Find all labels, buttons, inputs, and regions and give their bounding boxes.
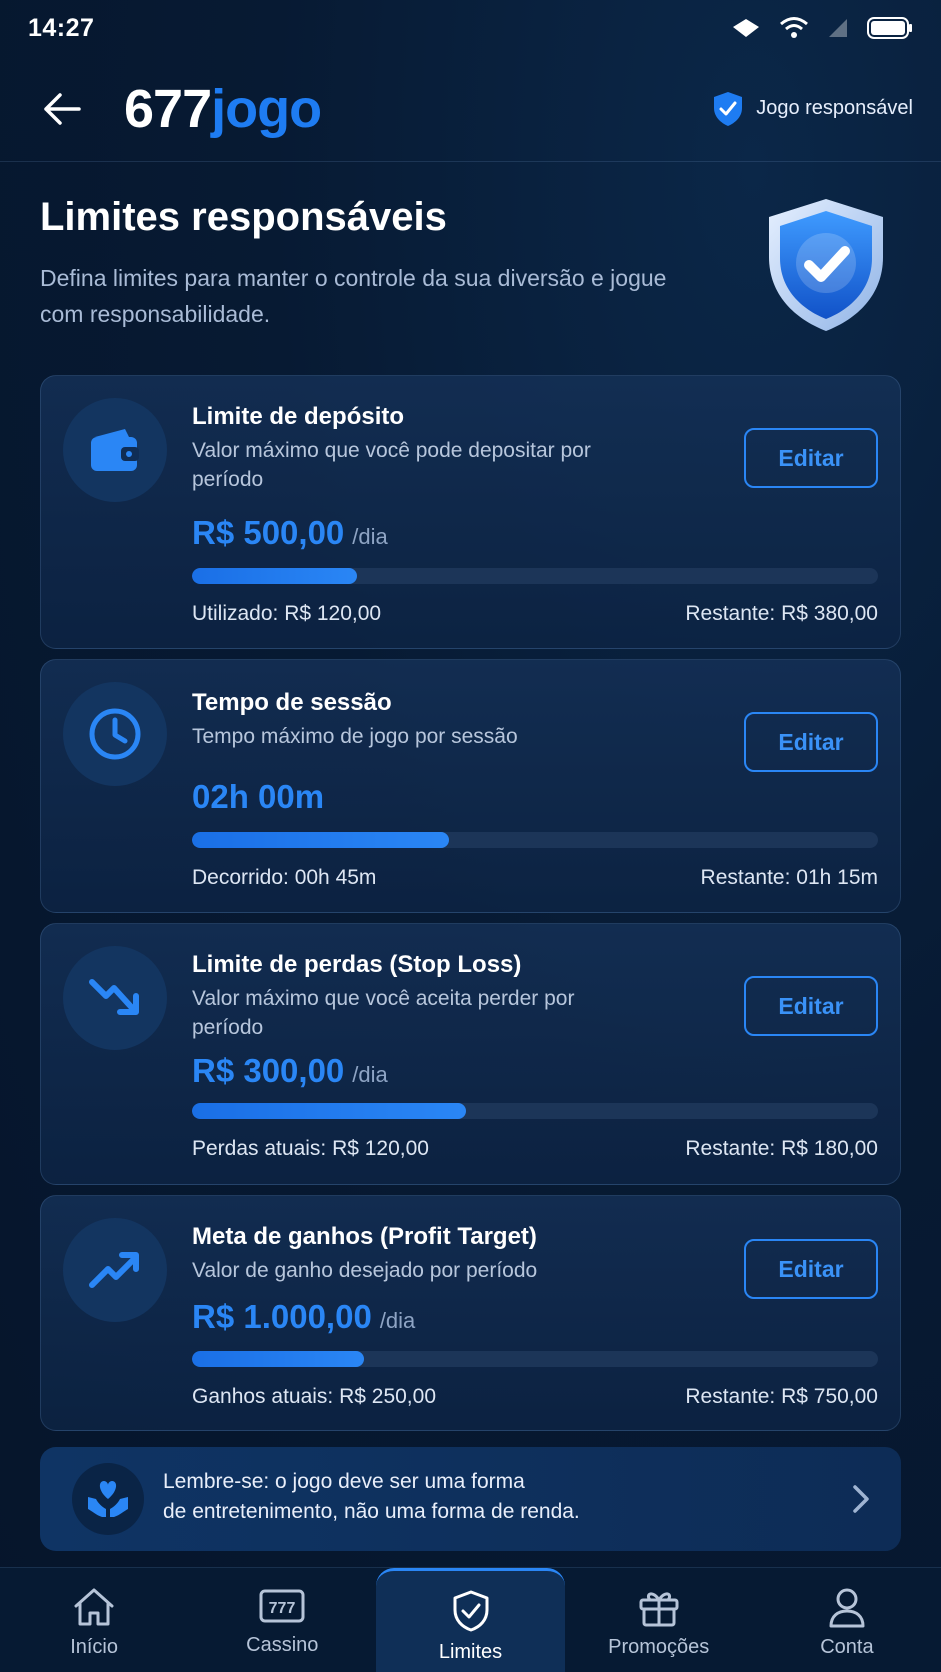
card-description: Valor máximo que você pode depositar por… [192,439,591,491]
signal-icon [733,19,759,37]
nav-label: Início [70,1636,118,1658]
nav-item-inicio[interactable]: Início [0,1568,188,1672]
logo-number: 677 [124,78,212,139]
progress-fill [192,568,357,584]
nav-item-conta[interactable]: Conta [753,1568,941,1672]
limit-unit: /dia [379,1308,416,1333]
card-icon-circle [63,682,167,786]
reminder-icon-circle [72,1463,144,1535]
card-value: 02h 00m [192,778,324,816]
shield-check-icon [714,91,743,126]
arrow-left-icon [44,92,81,125]
reminder-line-2: de entretenimento, não uma forma de rend… [163,1500,580,1523]
progress-bar [192,568,878,584]
edit-profit-target-button[interactable]: Editar [744,1239,878,1299]
limit-value: R$ 300,00 [192,1052,345,1089]
progress-fill [192,832,450,848]
app-header: 677jogo Jogo responsável [0,56,941,162]
slot-machine-icon: 777 [259,1589,305,1623]
reminder-banner[interactable]: Lembre-se: o jogo deve ser uma forma de … [40,1447,901,1551]
remaining-amount: Restante: R$ 380,00 [685,602,878,625]
card-title: Limite de perdas (Stop Loss) [192,951,522,978]
svg-text:777: 777 [269,1600,296,1617]
card-title: Limite de depósito [192,403,405,430]
gift-icon [639,1592,679,1627]
elapsed-time: Decorrido: 00h 45m [192,866,377,889]
shield-check-icon [453,1590,488,1632]
wallet-icon [91,429,139,471]
card-value: R$ 1.000,00/dia [192,1298,415,1336]
limit-unit: /dia [352,1062,388,1087]
user-icon [829,1588,865,1628]
status-time: 14:27 [28,13,95,42]
remaining-time: Restante: 01h 15m [700,866,878,889]
remaining-amount: Restante: R$ 750,00 [685,1385,878,1408]
nav-label: Limites [438,1641,503,1663]
card-description: Valor de ganho desejado por período [192,1259,538,1282]
card-description: Tempo máximo de jogo por sessão [192,725,518,748]
card-value: R$ 500,00/dia [192,514,388,552]
hero-section: Limites responsáveis Defina limites para… [40,195,901,345]
status-bar: 14:27 [0,0,941,56]
clock-icon [89,708,141,760]
nav-item-promocoes[interactable]: Promoções [565,1568,753,1672]
nav-label: Promoções [608,1636,710,1658]
chevron-right-icon [853,1485,869,1513]
bottom-navigation: Início 777 Cassino Limites Promoções Con… [0,1567,941,1672]
logo-word: jogo [211,78,322,139]
shield-check-illustration-icon [769,199,883,331]
back-button[interactable] [40,87,84,131]
battery-icon [867,17,912,39]
card-icon-circle [63,946,167,1050]
card-icon-circle [63,1218,167,1322]
limit-value: R$ 1.000,00 [192,1298,372,1335]
card-value: R$ 300,00/dia [192,1052,388,1090]
card-title: Meta de ganhos (Profit Target) [192,1223,537,1250]
page-subtitle: Defina limites para manter o controle da… [40,265,667,327]
app-logo[interactable]: 677jogo [124,78,322,140]
edit-session-time-button[interactable]: Editar [744,712,878,772]
deposit-limit-card: Limite de depósito Valor máximo que você… [40,375,901,649]
wifi-icon [780,17,808,38]
current-losses: Perdas atuais: R$ 120,00 [192,1137,429,1160]
stop-loss-card: Limite de perdas (Stop Loss) Valor máxim… [40,923,901,1185]
reminder-line-1: Lembre-se: o jogo deve ser uma forma [163,1470,525,1493]
reminder-text: Lembre-se: o jogo deve ser uma forma de … [163,1467,783,1527]
edit-deposit-limit-button[interactable]: Editar [744,428,878,488]
trend-down-icon [89,979,139,1015]
current-winnings: Ganhos atuais: R$ 250,00 [192,1385,437,1408]
progress-fill [192,1103,467,1119]
cell-signal-icon [829,19,847,37]
heart-hands-icon [88,1481,128,1517]
progress-bar [192,1103,878,1119]
nav-label: Cassino [246,1634,319,1656]
progress-bar [192,1351,878,1367]
responsible-gaming-link[interactable]: Jogo responsável [712,91,913,127]
limit-value: 02h 00m [192,778,325,815]
nav-label: Conta [820,1636,874,1658]
status-icons [731,16,913,40]
nav-item-cassino[interactable]: 777 Cassino [188,1568,376,1672]
progress-bar [192,832,878,848]
used-amount: Utilizado: R$ 120,00 [192,602,382,625]
session-time-card: Tempo de sessão Tempo máximo de jogo por… [40,659,901,913]
edit-stop-loss-button[interactable]: Editar [744,976,878,1036]
responsible-gaming-label: Jogo responsável [756,97,913,119]
card-icon-circle [63,398,167,502]
nav-item-limites[interactable]: Limites [376,1568,565,1672]
trend-up-icon [89,1252,139,1288]
limit-unit: /dia [352,524,388,549]
remaining-amount: Restante: R$ 180,00 [685,1137,878,1160]
card-description: Valor máximo que você aceita perder por … [192,987,575,1039]
progress-fill [192,1351,364,1367]
profit-target-card: Meta de ganhos (Profit Target) Valor de … [40,1195,901,1431]
card-title: Tempo de sessão [192,689,392,716]
limit-value: R$ 500,00 [192,514,345,551]
home-icon [74,1588,114,1626]
